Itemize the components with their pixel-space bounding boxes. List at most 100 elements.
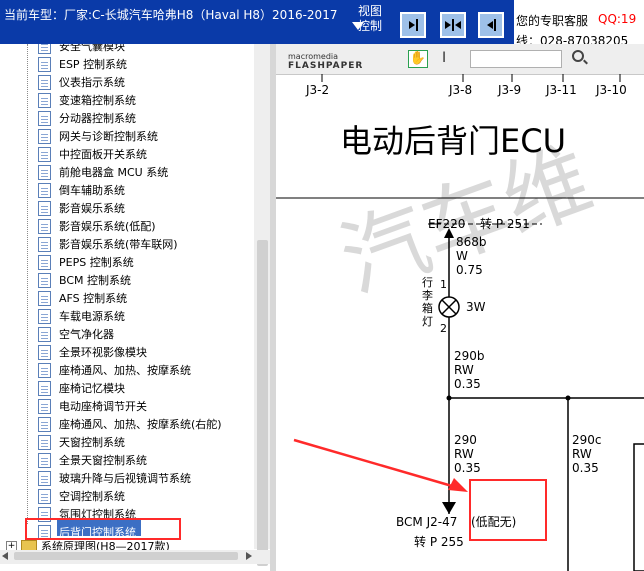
tree-item[interactable]: 座椅记忆模块 xyxy=(38,379,125,397)
system-tree-panel: 安全气囊模块 ESP 控制系统仪表指示系统变速箱控制系统分动器控制系统网关与诊断控… xyxy=(0,44,270,571)
collapse-left-icon xyxy=(409,19,418,31)
viewer-toolbar: macromedia FLASHPAPER ✋ I xyxy=(276,44,644,75)
lamp-power: 3W xyxy=(466,300,486,314)
tree-item-label: 变速箱控制系统 xyxy=(59,94,136,107)
tree-item-label: ESP 控制系统 xyxy=(59,58,128,71)
lamp-pin-label: 1 xyxy=(440,278,447,291)
tree-vertical-scroll-thumb[interactable] xyxy=(257,240,268,566)
tree-item[interactable]: PEPS 控制系统 xyxy=(38,253,134,271)
document-icon xyxy=(38,110,51,126)
document-icon xyxy=(38,182,51,198)
text-cursor-icon[interactable]: I xyxy=(442,50,446,66)
annotation-arrow xyxy=(293,438,453,488)
document-icon xyxy=(38,218,51,234)
tree-item[interactable]: 全景天窗控制系统 xyxy=(38,451,147,469)
fuse-reference: 转 P 251 xyxy=(480,216,530,231)
wire-size: 0.75 xyxy=(456,263,483,277)
tree-item[interactable]: 影音娱乐系统 xyxy=(38,199,125,217)
scroll-right-arrow-icon[interactable] xyxy=(246,552,252,560)
bcm-reference: 转 P 255 xyxy=(414,534,464,549)
tree-item-label: 全景环视影像模块 xyxy=(59,346,147,359)
tree-item-label: 电动座椅调节开关 xyxy=(59,400,147,413)
tree-item[interactable]: 前舱电器盒 MCU 系统 xyxy=(38,163,168,181)
tree-item-label: 空调控制系统 xyxy=(59,490,125,503)
document-icon xyxy=(38,326,51,342)
lamp-pin-label: 2 xyxy=(440,322,447,335)
tree-item[interactable]: AFS 控制系统 xyxy=(38,289,127,307)
wire-color: RW xyxy=(454,363,474,377)
hand-tool-button[interactable]: ✋ xyxy=(408,50,428,68)
hand-icon: ✋ xyxy=(409,51,427,66)
tree-item[interactable]: 车载电源系统 xyxy=(38,307,125,325)
document-icon xyxy=(38,146,51,162)
search-icon[interactable] xyxy=(572,50,584,62)
tree-item[interactable]: 变速箱控制系统 xyxy=(38,91,136,109)
tree-item[interactable]: 网关与诊断控制系统 xyxy=(38,127,158,145)
document-icon xyxy=(38,128,51,144)
wire-size: 0.35 xyxy=(454,377,481,391)
connector-label: J3-8 xyxy=(448,83,472,97)
document-icon xyxy=(38,434,51,450)
tree-item-label: 天窗控制系统 xyxy=(59,436,125,449)
tree-item-label: 网关与诊断控制系统 xyxy=(59,130,158,143)
tree-item[interactable]: 安全气囊模块 xyxy=(38,44,125,55)
collapse-right-button[interactable] xyxy=(478,12,504,38)
tree-horizontal-scroll-thumb[interactable] xyxy=(14,552,238,560)
document-icon xyxy=(38,488,51,504)
tree-item[interactable]: ESP 控制系统 xyxy=(38,55,127,73)
qq-label[interactable]: QQ:19 xyxy=(598,12,636,26)
ecu-title: 电动后背门ECU xyxy=(340,122,566,160)
document-icon xyxy=(38,290,51,306)
wire-color: RW xyxy=(454,447,474,461)
tree-item-label: 车载电源系统 xyxy=(59,310,125,323)
tree-item-label: 中控面板开关系统 xyxy=(59,148,147,161)
document-icon xyxy=(38,272,51,288)
tree-item[interactable]: 影音娱乐系统(低配) xyxy=(38,217,156,235)
tree-item[interactable]: 天窗控制系统 xyxy=(38,433,125,451)
service-label: 您的专职客服 xyxy=(516,14,589,28)
tree-item[interactable]: 电动座椅调节开关 xyxy=(38,397,147,415)
tree-item[interactable]: 倒车辅助系统 xyxy=(38,181,125,199)
wire-size: 0.35 xyxy=(572,461,599,475)
svg-text:箱: 箱 xyxy=(422,301,433,315)
svg-text:行: 行 xyxy=(422,276,433,289)
tree-item[interactable]: 影音娱乐系统(带车联网) xyxy=(38,235,178,253)
view-control-label: 视图 控制 xyxy=(358,4,383,33)
tree-item-label: 影音娱乐系统(低配) xyxy=(59,220,156,233)
connector-label: J3-11 xyxy=(545,83,577,97)
tree-item[interactable]: 分动器控制系统 xyxy=(38,109,136,127)
fuse-label: EF220 xyxy=(428,217,465,231)
document-icon xyxy=(38,416,51,432)
tree-item[interactable]: 玻璃升降与后视镜调节系统 xyxy=(38,469,191,487)
tree-item[interactable]: 中控面板开关系统 xyxy=(38,145,147,163)
document-icon xyxy=(38,164,51,180)
tree-item[interactable]: 座椅通风、加热、按摩系统(右舵) xyxy=(38,415,222,433)
split-view-icon xyxy=(445,19,461,31)
split-view-button[interactable] xyxy=(440,12,466,38)
connector-label: J3-10 xyxy=(595,83,627,97)
tree-item-label: 全景天窗控制系统 xyxy=(59,454,147,467)
tree-item[interactable]: 仪表指示系统 xyxy=(38,73,125,91)
tree-item-label: 前舱电器盒 MCU 系统 xyxy=(59,166,169,179)
collapse-left-button[interactable] xyxy=(400,12,426,38)
tree-item-label: 影音娱乐系统 xyxy=(59,202,125,215)
document-icon xyxy=(38,236,51,252)
tree-item[interactable]: 全景环视影像模块 xyxy=(38,343,147,361)
document-icon xyxy=(38,254,51,270)
tree-item-label: 座椅通风、加热、按摩系统(右舵) xyxy=(59,418,222,431)
wire-size: 0.35 xyxy=(454,461,481,475)
wire-id: 290 xyxy=(454,433,477,447)
document-icon xyxy=(38,344,51,360)
tree-item[interactable]: 空气净化器 xyxy=(38,325,114,343)
bcm-label: BCM J2-47 xyxy=(396,515,457,529)
tree-item[interactable]: 座椅通风、加热、按摩系统 xyxy=(38,361,191,379)
document-viewer: macromedia FLASHPAPER ✋ I 汽车维 J3-2 J3-8 … xyxy=(276,44,644,571)
tree-item-label: PEPS 控制系统 xyxy=(59,256,134,269)
document-icon xyxy=(38,92,51,108)
search-input[interactable] xyxy=(470,50,562,68)
wire-color: W xyxy=(456,249,468,263)
tree-item[interactable]: BCM 控制系统 xyxy=(38,271,131,289)
tree-item[interactable]: 空调控制系统 xyxy=(38,487,125,505)
bcm-note: (低配无) xyxy=(471,515,516,529)
scroll-left-arrow-icon[interactable] xyxy=(2,552,8,560)
